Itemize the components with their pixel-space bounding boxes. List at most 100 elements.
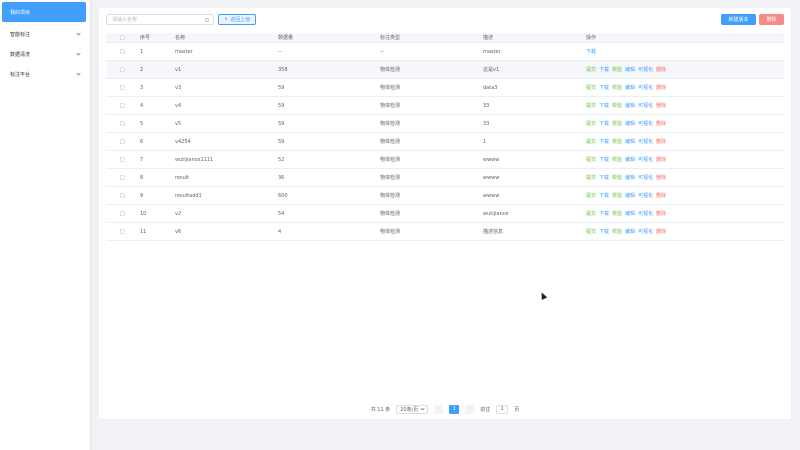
submit-link[interactable]: 提交	[586, 174, 596, 181]
select-all-checkbox[interactable]	[120, 35, 125, 40]
visualize-link[interactable]: 可视化	[638, 66, 653, 73]
row-checkbox[interactable]	[120, 157, 125, 162]
visualize-link[interactable]: 可视化	[638, 174, 653, 181]
verify-link[interactable]: 校验	[612, 228, 622, 235]
download-link[interactable]: 下载	[586, 48, 596, 55]
visualize-link[interactable]: 可视化	[638, 210, 653, 217]
delete-link[interactable]: 删除	[656, 66, 666, 73]
next-page-button[interactable]: ›	[465, 404, 475, 414]
submit-link[interactable]: 提交	[586, 120, 596, 127]
download-link[interactable]: 下载	[599, 156, 609, 163]
page-size-select[interactable]: 20条/页	[396, 404, 429, 414]
row-checkbox[interactable]	[120, 229, 125, 234]
visualize-link[interactable]: 可视化	[638, 138, 653, 145]
download-link[interactable]: 下载	[599, 84, 609, 91]
search-input[interactable]: 请输入名称	[106, 14, 214, 25]
delete-link[interactable]: 删除	[656, 84, 666, 91]
row-checkbox[interactable]	[120, 103, 125, 108]
edit-link[interactable]: 编辑	[625, 228, 635, 235]
verify-link[interactable]: 校验	[612, 120, 622, 127]
edit-link[interactable]: 编辑	[625, 120, 635, 127]
download-link[interactable]: 下载	[599, 192, 609, 199]
row-checkbox[interactable]	[120, 49, 125, 54]
page-1-button[interactable]: 1	[449, 404, 460, 414]
sidebar-item-smart-annotation[interactable]: 智能标注	[0, 24, 90, 44]
search-placeholder: 请输入名称	[112, 17, 138, 23]
row-checkbox[interactable]	[120, 85, 125, 90]
sidebar-item-annotation-platform[interactable]: 标注平台	[0, 64, 90, 84]
download-link[interactable]: 下载	[599, 66, 609, 73]
visualize-link[interactable]: 可视化	[638, 228, 653, 235]
search-icon[interactable]	[205, 18, 209, 22]
download-link[interactable]: 下载	[599, 228, 609, 235]
delete-link[interactable]: 删除	[656, 228, 666, 235]
edit-link[interactable]: 编辑	[625, 210, 635, 217]
submit-link[interactable]: 提交	[586, 192, 596, 199]
row-checkbox[interactable]	[120, 67, 125, 72]
goto-label: 前往	[480, 406, 491, 413]
row-type: 物体检测	[380, 211, 401, 217]
row-name: result	[175, 174, 190, 181]
delete-link[interactable]: 删除	[656, 156, 666, 163]
visualize-link[interactable]: 可视化	[638, 84, 653, 91]
edit-link[interactable]: 编辑	[625, 174, 635, 181]
download-link[interactable]: 下载	[599, 138, 609, 145]
delete-button[interactable]: 删除	[759, 14, 784, 25]
submit-link[interactable]: 提交	[586, 228, 596, 235]
edit-link[interactable]: 编辑	[625, 66, 635, 73]
edit-link[interactable]: 编辑	[625, 84, 635, 91]
prev-page-button[interactable]: ‹	[434, 404, 444, 414]
row-index: 2	[140, 66, 144, 73]
verify-link[interactable]: 校验	[612, 174, 622, 181]
row-checkbox[interactable]	[120, 121, 125, 126]
verify-link[interactable]: 校验	[612, 66, 622, 73]
edit-link[interactable]: 编辑	[625, 156, 635, 163]
sidebar-item-data-cleaning[interactable]: 数据清洗	[0, 44, 90, 64]
edit-link[interactable]: 编辑	[625, 138, 635, 145]
row-count: 54	[278, 210, 285, 217]
edit-link[interactable]: 编辑	[625, 192, 635, 199]
submit-link[interactable]: 提交	[586, 102, 596, 109]
visualize-link[interactable]: 可视化	[638, 156, 653, 163]
delete-link[interactable]: 删除	[656, 138, 666, 145]
delete-link[interactable]: 删除	[656, 120, 666, 127]
visualize-link[interactable]: 可视化	[638, 192, 653, 199]
sidebar-item-my-projects[interactable]: 我的项目	[2, 2, 86, 22]
verify-link[interactable]: 校验	[612, 102, 622, 109]
verify-link[interactable]: 校验	[612, 210, 622, 217]
verify-link[interactable]: 校验	[612, 138, 622, 145]
delete-link[interactable]: 删除	[656, 210, 666, 217]
row-desc: 33	[483, 102, 490, 109]
table-row: 1 master -- -- master 下载	[106, 43, 784, 61]
row-checkbox[interactable]	[120, 175, 125, 180]
submit-link[interactable]: 提交	[586, 210, 596, 217]
new-version-button[interactable]: 新建版本	[721, 14, 756, 25]
row-checkbox[interactable]	[120, 139, 125, 144]
return-button[interactable]: ↰ 返回上级	[218, 14, 257, 25]
row-desc: data3	[483, 84, 498, 91]
delete-link[interactable]: 删除	[656, 174, 666, 181]
edit-link[interactable]: 编辑	[625, 102, 635, 109]
submit-link[interactable]: 提交	[586, 66, 596, 73]
submit-link[interactable]: 提交	[586, 156, 596, 163]
verify-link[interactable]: 校验	[612, 192, 622, 199]
visualize-link[interactable]: 可视化	[638, 120, 653, 127]
row-type: 物体检测	[380, 193, 401, 199]
table-row: 10 v2 54 物体检测 wutijiance 提交 下载 校验 编辑 可视化 删除	[106, 205, 784, 223]
download-link[interactable]: 下载	[599, 120, 609, 127]
row-checkbox[interactable]	[120, 193, 125, 198]
download-link[interactable]: 下载	[599, 174, 609, 181]
download-link[interactable]: 下载	[599, 210, 609, 217]
delete-link[interactable]: 删除	[656, 102, 666, 109]
visualize-link[interactable]: 可视化	[638, 102, 653, 109]
row-ops: 下载	[586, 48, 784, 55]
delete-link[interactable]: 删除	[656, 192, 666, 199]
goto-page-input[interactable]: 1	[496, 404, 509, 414]
verify-link[interactable]: 校验	[612, 84, 622, 91]
row-checkbox[interactable]	[120, 211, 125, 216]
row-count: 59	[278, 84, 285, 91]
verify-link[interactable]: 校验	[612, 156, 622, 163]
submit-link[interactable]: 提交	[586, 138, 596, 145]
download-link[interactable]: 下载	[599, 102, 609, 109]
submit-link[interactable]: 提交	[586, 84, 596, 91]
